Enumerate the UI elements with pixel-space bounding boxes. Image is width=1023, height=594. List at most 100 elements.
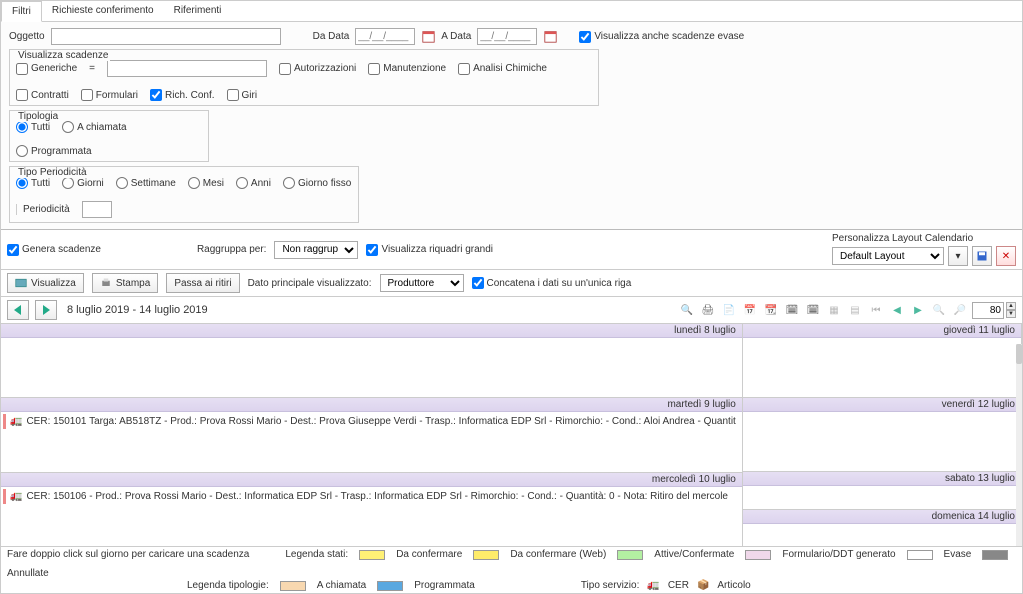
stampa-button[interactable]: Stampa [92, 273, 158, 293]
day-body[interactable] [743, 338, 1021, 397]
swatch-evase [907, 550, 933, 560]
filter-panel: Oggetto Da Data A Data Visualizza anche … [1, 22, 1022, 230]
raggruppa-select[interactable]: Non raggruppare [274, 241, 358, 259]
month-view-icon[interactable]: 🗓 [804, 301, 822, 319]
workweek-view-icon[interactable]: 📆 [762, 301, 780, 319]
save-layout-button[interactable] [972, 246, 992, 266]
day-header[interactable]: venerdì 12 luglio [743, 398, 1021, 412]
calendar-icon[interactable] [543, 30, 557, 44]
tab-richieste[interactable]: Richieste conferimento [42, 1, 164, 21]
tab-filtri[interactable]: Filtri [1, 1, 42, 22]
calendar-icon[interactable] [421, 30, 435, 44]
event-text: CER: 150101 Targa: AB518TZ - Prod.: Prov… [26, 416, 735, 427]
swatch-annullate [982, 550, 1008, 560]
swatch-attive [617, 550, 643, 560]
day-header[interactable]: sabato 13 luglio [743, 472, 1021, 486]
chk-giri[interactable]: Giri [227, 89, 258, 101]
chk-grandi[interactable]: Visualizza riquadri grandi [366, 244, 493, 256]
chk-analisi[interactable]: Analisi Chimiche [458, 63, 547, 75]
chk-contratti[interactable]: Contratti [16, 89, 69, 101]
generiche-input[interactable] [107, 60, 267, 77]
zoom-up[interactable]: ▲ [1006, 302, 1016, 310]
calendar-grid: lunedì 8 luglio martedì 9 luglio 🚛 CER: … [1, 324, 1022, 546]
periodicita-input[interactable] [82, 201, 112, 218]
oggetto-input[interactable] [51, 28, 281, 45]
day-body[interactable] [743, 486, 1021, 509]
radio-per-anni[interactable]: Anni [236, 177, 271, 189]
layout-panel: Personalizza Layout Calendario Default L… [832, 233, 1016, 266]
prev-button[interactable] [7, 300, 29, 320]
day-body[interactable] [743, 412, 1021, 471]
close-button[interactable]: ✕ [996, 246, 1016, 266]
layout-label: Personalizza Layout Calendario [832, 233, 973, 244]
radio-tip-programmata[interactable]: Programmata [16, 145, 92, 157]
day-body[interactable] [743, 524, 1021, 547]
radio-per-mesi[interactable]: Mesi [188, 177, 224, 189]
week-view-icon[interactable]: 🗓 [783, 301, 801, 319]
zoom-input[interactable] [972, 302, 1004, 319]
chk-manutenzione[interactable]: Manutenzione [368, 63, 446, 75]
radio-per-settimane[interactable]: Settimane [116, 177, 176, 189]
scrollbar[interactable] [1016, 344, 1022, 546]
truck-icon: 🚛 [10, 416, 22, 427]
zoom-out-icon[interactable]: 🔍 [930, 301, 948, 319]
day-body[interactable]: 🚛 CER: 150101 Targa: AB518TZ - Prod.: Pr… [1, 412, 742, 471]
calendar-event[interactable]: 🚛 CER: 150101 Targa: AB518TZ - Prod.: Pr… [3, 414, 740, 429]
dato-select[interactable]: Produttore [380, 274, 464, 292]
day-header[interactable]: lunedì 8 luglio [1, 324, 742, 338]
layout-select[interactable]: Default Layout [832, 247, 944, 265]
group-icon[interactable]: ▤ [846, 301, 864, 319]
group-tipo-periodicita: Tipo Periodicità Tutti Giorni Settimane … [9, 166, 359, 223]
radio-tip-tutti[interactable]: Tutti [16, 121, 50, 133]
day-view-icon[interactable]: 📅 [741, 301, 759, 319]
date-range-label: 8 luglio 2019 - 14 luglio 2019 [67, 304, 208, 316]
day-header[interactable]: mercoledì 10 luglio [1, 473, 742, 487]
a-data-input[interactable] [477, 28, 537, 45]
chk-generiche[interactable]: Generiche [16, 63, 77, 75]
mid-toolbar-row1: Genera scadenze Raggruppa per: Non raggr… [1, 230, 1022, 270]
truck-icon: 🚛 [647, 580, 659, 591]
zoom-down[interactable]: ▼ [1006, 310, 1016, 318]
layout-small-btn[interactable]: ▾ [948, 246, 968, 266]
da-data-input[interactable] [355, 28, 415, 45]
oggetto-label: Oggetto [9, 31, 45, 42]
radio-per-tutti[interactable]: Tutti [16, 177, 50, 189]
chk-formulari[interactable]: Formulari [81, 89, 138, 101]
chk-richconf[interactable]: Rich. Conf. [150, 89, 214, 101]
chk-genera[interactable]: Genera scadenze [7, 244, 101, 256]
dato-label: Dato principale visualizzato: [248, 278, 372, 289]
zoom-in-icon[interactable]: 🔎 [951, 301, 969, 319]
radio-per-giorni[interactable]: Giorni [62, 177, 104, 189]
preview-icon[interactable]: 🔍 [678, 301, 696, 319]
chk-autorizzazioni[interactable]: Autorizzazioni [279, 63, 356, 75]
tiposerv-label: Tipo servizio: [581, 580, 640, 591]
chk-concatena[interactable]: Concatena i dati su un'unica riga [472, 277, 632, 289]
day-body[interactable] [1, 338, 742, 397]
nav-next-icon[interactable]: ▶ [909, 301, 927, 319]
swatch-achiamata [280, 581, 306, 591]
tab-bar: Filtri Richieste conferimento Riferiment… [1, 1, 1022, 22]
calendar-event[interactable]: 🚛 CER: 150106 - Prod.: Prova Rossi Mario… [3, 489, 740, 504]
group-tipologia: Tipologia Tutti A chiamata Programmata [9, 110, 209, 162]
passa-ritiri-button[interactable]: Passa ai ritiri [166, 273, 239, 293]
next-button[interactable] [35, 300, 57, 320]
calendar-nav: 8 luglio 2019 - 14 luglio 2019 🔍 🖨 📄 📅 📆… [1, 297, 1022, 324]
nav-prev-icon[interactable]: ◀ [888, 301, 906, 319]
package-icon: 📦 [697, 580, 709, 591]
print-icon[interactable]: 🖨 [699, 301, 717, 319]
swatch-fddt [745, 550, 771, 560]
timeline-icon[interactable]: ▦ [825, 301, 843, 319]
visualizza-button[interactable]: Visualizza [7, 273, 84, 293]
legend-stati-label: Legenda stati: [285, 549, 348, 560]
chk-evase[interactable]: Visualizza anche scadenze evase [579, 31, 744, 43]
radio-per-giornofisso[interactable]: Giorno fisso [283, 177, 351, 189]
radio-tip-achiamata[interactable]: A chiamata [62, 121, 126, 133]
a-data-label: A Data [441, 31, 471, 42]
day-header[interactable]: domenica 14 luglio [743, 510, 1021, 524]
export-icon[interactable]: 📄 [720, 301, 738, 319]
day-body[interactable]: 🚛 CER: 150106 - Prod.: Prova Rossi Mario… [1, 487, 742, 546]
day-header[interactable]: martedì 9 luglio [1, 398, 742, 412]
first-icon[interactable]: ⏮ [867, 301, 885, 319]
day-header[interactable]: giovedì 11 luglio [743, 324, 1021, 338]
tab-riferimenti[interactable]: Riferimenti [164, 1, 232, 21]
